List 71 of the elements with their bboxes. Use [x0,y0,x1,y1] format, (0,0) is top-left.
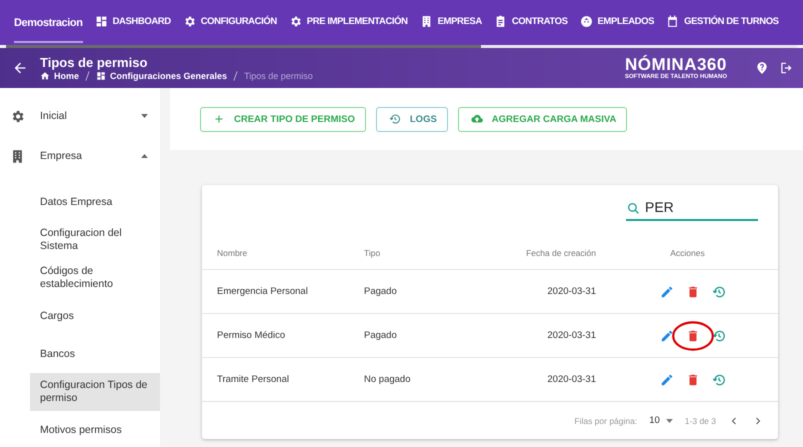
sidebar-group-label: Empresa [40,150,84,162]
sidebar-item[interactable]: Datos Empresa [30,183,160,221]
table-cell: 2020-03-31 [547,330,596,341]
nav-link[interactable]: CONFIGURACIÓN [176,15,283,30]
toolbar-button[interactable]: LOGS [376,106,448,132]
dashboard-icon [94,15,108,28]
sidebar-item[interactable]: Bancos [30,335,160,373]
building-icon [10,148,25,164]
home-icon [40,71,50,81]
history-icon[interactable] [712,372,726,386]
column-header: Nombre [217,248,248,258]
rows-per-page-select[interactable]: 10 [649,415,673,426]
nav-link[interactable]: EMPLEADOS [574,15,660,30]
caret-icon [666,418,673,422]
table-cell: Permiso Médico [217,330,286,341]
gear-icon [182,15,196,28]
breadcrumb-link[interactable]: Configuraciones Generales [110,71,228,81]
sidebar-group[interactable]: Inicial [0,96,160,136]
search-field[interactable]: PER [626,199,758,221]
column-header: Acciones [670,248,705,258]
caret-icon [141,114,148,118]
help-icon[interactable] [755,61,769,75]
edit-pencil-icon[interactable] [660,372,674,386]
sidebar-item[interactable]: Códigos de establecimiento [30,259,160,297]
nav-link[interactable]: GESTIÓN DE TURNOS [660,15,785,30]
table-cell: Pagado [364,286,397,297]
sidebar-item[interactable]: Motivos permisos [30,411,160,447]
nav-link[interactable]: DASHBOARD [88,15,177,30]
face-icon [580,15,592,28]
column-header: Tipo [364,248,380,258]
gear-icon [288,15,302,28]
page-title: Tipos de permiso [40,55,148,70]
nav-link[interactable]: PRE IMPLEMENTACIÓN [282,15,414,30]
breadcrumb-link[interactable]: Home [54,71,80,81]
history-icon[interactable] [712,284,726,298]
caret-icon [141,154,148,158]
column-header: Fecha de creación [526,248,596,258]
highlight-circle [670,318,714,352]
dashboard-icon [96,71,106,81]
table-cell: Tramite Personal [217,374,289,385]
plus-icon [213,113,225,125]
table-cell: No pagado [364,374,410,385]
sidebar-item[interactable]: Configuracion del Sistema [30,221,160,259]
edit-pencil-icon[interactable] [660,328,674,342]
table-cell: Emergencia Personal [217,286,308,297]
page-range: 1-3 de 3 [684,416,716,426]
brand-tab[interactable]: Demostracion [14,2,83,42]
edit-pencil-icon[interactable] [660,284,674,298]
nav-link[interactable]: EMPRESA [414,15,488,30]
table-cell: 2020-03-31 [547,374,596,385]
building-icon [420,15,433,28]
logout-icon[interactable] [779,61,793,75]
clipboard-icon [494,15,507,28]
logo-wordmark: NÓMINA360 [625,56,727,74]
table-cell: Pagado [364,330,397,341]
calendar-icon [666,15,680,28]
sidebar-item[interactable]: Cargos [30,297,160,335]
sidebar-group-label: Inicial [40,110,68,122]
history-icon[interactable] [712,328,726,342]
gear-icon [10,108,25,124]
back-arrow-icon[interactable] [12,60,28,76]
history-icon [388,113,401,125]
sidebar-group[interactable]: Empresa [0,136,160,176]
cloud-upload-icon [470,113,483,125]
search-icon [627,202,640,215]
breadcrumb-separator-icon [233,71,238,81]
table-cell: 2020-03-31 [547,286,596,297]
nav-link[interactable]: CONTRATOS [488,15,574,30]
sidebar-item[interactable]: Configuracion Tipos de permiso [30,373,160,411]
rows-per-page-label: Filas por página: [574,416,638,426]
breadcrumb-separator-icon [85,71,90,81]
